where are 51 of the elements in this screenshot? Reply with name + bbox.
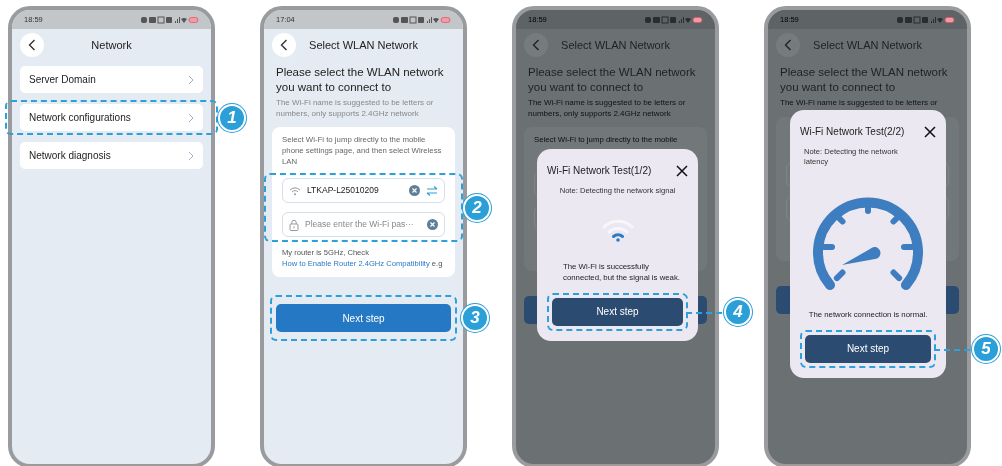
menu-item[interactable]: Server Domain: [20, 66, 203, 93]
chevron-left-icon: [280, 39, 288, 51]
password-field[interactable]: Please enter the Wi-Fi pas···: [282, 212, 445, 238]
status-icons-drawing: [393, 15, 451, 24]
status-icons-drawing: [141, 15, 199, 24]
page-title: Select WLAN Network: [812, 37, 923, 53]
wifi-name-text: LTKAP-L25010209: [307, 184, 380, 198]
menu-item-label: Network configurations: [29, 111, 131, 125]
status-icons-drawing: [897, 15, 955, 24]
lock-icon: [289, 218, 299, 231]
back-button[interactable]: [272, 33, 296, 57]
step-number-badge: 1: [218, 103, 246, 132]
instruction-heading: Please select the WLAN network you want to connect to: [528, 65, 697, 95]
next-step-button[interactable]: Next step: [805, 334, 931, 363]
back-button[interactable]: [20, 33, 44, 57]
status-icons-drawing: [645, 15, 703, 24]
chevron-left-icon: [784, 39, 792, 51]
close-icon[interactable]: [924, 125, 936, 138]
page-title: Select WLAN Network: [308, 37, 419, 53]
step-number-badge: 3: [461, 304, 489, 333]
instruction-heading: Please select the WLAN network you want to connect to: [780, 65, 949, 95]
hint-text: The Wi-Fi name is suggested to be letters or numbers, only supports 2.4GHz network: [528, 97, 687, 120]
password-placeholder: Please enter the Wi-Fi pas···: [305, 218, 415, 232]
page-title: Select WLAN Network: [560, 37, 671, 53]
dialog-title: Wi-Fi Network Test(2/2): [800, 125, 905, 139]
dialog-title: Wi-Fi Network Test(1/2): [547, 164, 652, 178]
clear-icon[interactable]: [427, 219, 438, 231]
chevron-right-icon: [188, 150, 194, 161]
menu-item[interactable]: Network configurations: [20, 104, 203, 131]
instruction-heading: Please select the WLAN network you want to connect to: [276, 65, 445, 95]
wifi-select-field[interactable]: LTKAP-L25010209: [282, 178, 445, 204]
next-step-button[interactable]: Next step: [276, 304, 451, 333]
wifi-icon: [289, 185, 301, 196]
page-title: Network: [90, 37, 133, 53]
next-step-button[interactable]: Next step: [552, 297, 683, 326]
step-number-badge: 4: [724, 297, 752, 326]
chevron-left-icon: [532, 39, 540, 51]
menu-item-label: Network diagnosis: [29, 149, 111, 163]
menu-item-label: Server Domain: [29, 73, 96, 87]
chevron-left-icon: [28, 39, 36, 51]
step-number-badge: 2: [463, 193, 491, 222]
step-number-badge: 5: [972, 334, 1000, 363]
wifi-signal-icon: [601, 217, 634, 242]
hint-text: The Wi-Fi name is suggested to be letters or numbers, only supports 2.4GHz network: [276, 97, 435, 120]
hint-text: The Wi-Fi name is suggested to be letters or: [780, 97, 939, 109]
chevron-right-icon: [188, 74, 194, 85]
swap-arrows-icon[interactable]: [426, 185, 438, 196]
clear-icon[interactable]: [409, 185, 420, 197]
chevron-right-icon: [188, 112, 194, 123]
menu-item[interactable]: Network diagnosis: [20, 142, 203, 169]
close-icon[interactable]: [676, 164, 688, 177]
